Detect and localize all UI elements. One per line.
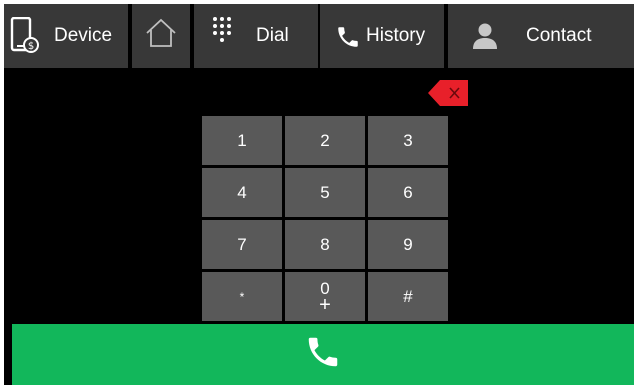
key-label: 6	[403, 183, 413, 202]
tab-device[interactable]: $ Device	[4, 4, 128, 68]
key-label: 5	[320, 183, 330, 202]
dialpad-icon	[212, 16, 234, 52]
key-0[interactable]: 0 +	[285, 272, 365, 321]
backspace-button[interactable]	[428, 78, 470, 108]
tab-history-label: History	[366, 25, 426, 46]
tab-contact-label: Contact	[526, 25, 592, 46]
tab-home[interactable]	[132, 4, 190, 68]
tab-device-label: Device	[54, 25, 113, 46]
key-2[interactable]: 2	[285, 116, 365, 165]
key-sublabel: +	[319, 294, 331, 316]
tab-contact[interactable]: Contact	[448, 4, 634, 68]
svg-text:$: $	[28, 41, 34, 52]
person-icon	[472, 22, 498, 56]
key-label: 7	[237, 235, 247, 254]
home-icon	[144, 17, 178, 55]
key-5[interactable]: 5	[285, 168, 365, 217]
key-6[interactable]: 6	[368, 168, 448, 217]
key-label: *	[239, 289, 245, 304]
tab-dial-label: Dial	[256, 25, 289, 46]
phone-handset-icon	[334, 24, 362, 56]
top-nav-bar: $ Device Dial History Contact	[4, 4, 634, 68]
key-9[interactable]: 9	[368, 220, 448, 269]
tab-history[interactable]: History	[320, 4, 444, 68]
key-7[interactable]: 7	[202, 220, 282, 269]
key-label: 2	[320, 131, 330, 150]
key-label: 4	[237, 183, 247, 202]
tab-dial[interactable]: Dial	[194, 4, 318, 68]
backspace-icon	[428, 80, 470, 112]
key-label: #	[403, 287, 413, 306]
key-1[interactable]: 1	[202, 116, 282, 165]
key-label: 3	[403, 131, 413, 150]
key-star[interactable]: *	[202, 272, 282, 321]
key-label: 1	[237, 131, 247, 150]
key-label: 8	[320, 235, 330, 254]
key-4[interactable]: 4	[202, 168, 282, 217]
key-8[interactable]: 8	[285, 220, 365, 269]
phone-device-icon: $	[10, 16, 40, 61]
call-icon	[304, 333, 342, 376]
call-button[interactable]	[12, 324, 634, 385]
key-hash[interactable]: #	[368, 272, 448, 321]
key-label: 9	[403, 235, 413, 254]
phone-screen: $ Device Dial History Contact 1 2 3 4 5 …	[4, 4, 634, 385]
dial-keypad: 1 2 3 4 5 6 7 8 9 * 0 + #	[202, 116, 448, 321]
key-3[interactable]: 3	[368, 116, 448, 165]
